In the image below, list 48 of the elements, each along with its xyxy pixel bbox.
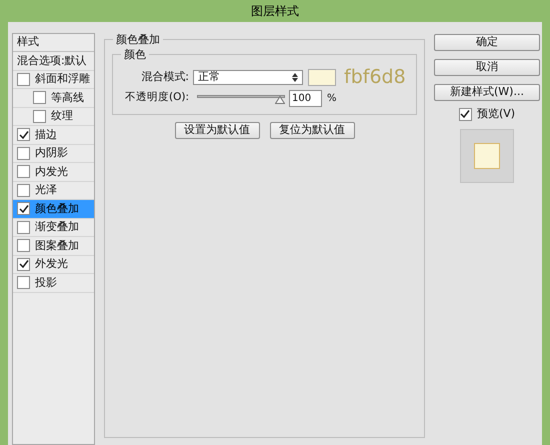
new-style-button[interactable]: 新建样式(W)... bbox=[434, 84, 540, 101]
style-list-item[interactable]: 纹理 bbox=[13, 108, 94, 126]
style-list-item[interactable]: 等高线 bbox=[13, 89, 94, 108]
checked-checkbox[interactable] bbox=[17, 128, 30, 142]
color-code-note: fbf6d8 bbox=[344, 68, 406, 86]
slider-thumb[interactable] bbox=[275, 96, 285, 104]
list-header: 样式 bbox=[17, 34, 39, 50]
default-button[interactable]: 设置为默认值 bbox=[174, 122, 260, 139]
checkmark-icon bbox=[460, 109, 470, 119]
preview-swatch bbox=[474, 143, 500, 169]
style-list-item[interactable]: 内阴影 bbox=[13, 144, 94, 163]
checked-checkbox[interactable] bbox=[458, 108, 472, 120]
color-swatch[interactable] bbox=[308, 68, 336, 86]
cancel-button[interactable]: 取消 bbox=[434, 59, 540, 76]
blend-mode-dropdown[interactable]: 正常 bbox=[193, 70, 303, 84]
checkmark-icon bbox=[18, 259, 28, 270]
window-title: 图层样式 bbox=[251, 3, 299, 20]
ok-button[interactable]: 确定 bbox=[434, 34, 540, 51]
field-label: 混合模式: bbox=[140, 68, 190, 85]
style-list-item[interactable]: 外发光 bbox=[13, 256, 94, 274]
checked-checkbox[interactable] bbox=[17, 202, 30, 216]
style-list-item[interactable]: 图案叠加 bbox=[13, 237, 94, 256]
unit-label: % bbox=[327, 92, 337, 106]
opacity-slider[interactable] bbox=[197, 92, 285, 104]
checkbox[interactable] bbox=[33, 110, 46, 123]
checked-checkbox[interactable] bbox=[17, 258, 30, 271]
spinner-arrows-icon bbox=[292, 72, 298, 82]
checkbox[interactable] bbox=[17, 146, 30, 160]
checkmark-icon bbox=[18, 204, 28, 214]
style-list-item[interactable]: 斜面和浮雕 bbox=[13, 70, 94, 89]
checkbox[interactable] bbox=[17, 72, 30, 86]
checkbox[interactable] bbox=[17, 165, 30, 178]
checkbox[interactable] bbox=[17, 239, 30, 252]
checkbox[interactable] bbox=[17, 184, 30, 197]
style-list-item[interactable]: 颜色叠加 bbox=[13, 200, 94, 218]
default-button[interactable]: 复位为默认值 bbox=[270, 122, 354, 139]
checkmark-icon bbox=[18, 130, 28, 140]
checkbox[interactable] bbox=[33, 91, 46, 104]
opacity-input[interactable]: 100 bbox=[289, 90, 322, 106]
field-label: 不透明度(O): bbox=[124, 90, 190, 106]
style-list-item[interactable]: 渐变叠加 bbox=[13, 218, 94, 237]
preview-label: 预览(V) bbox=[476, 106, 516, 122]
checkbox[interactable] bbox=[17, 220, 30, 234]
style-list-item[interactable]: 描边 bbox=[13, 126, 94, 144]
style-list-item[interactable]: 内发光 bbox=[13, 163, 94, 182]
checkbox[interactable] bbox=[17, 276, 30, 290]
style-list-item[interactable]: 投影 bbox=[13, 274, 94, 292]
style-list-item[interactable]: 混合选项:默认 bbox=[13, 52, 94, 70]
